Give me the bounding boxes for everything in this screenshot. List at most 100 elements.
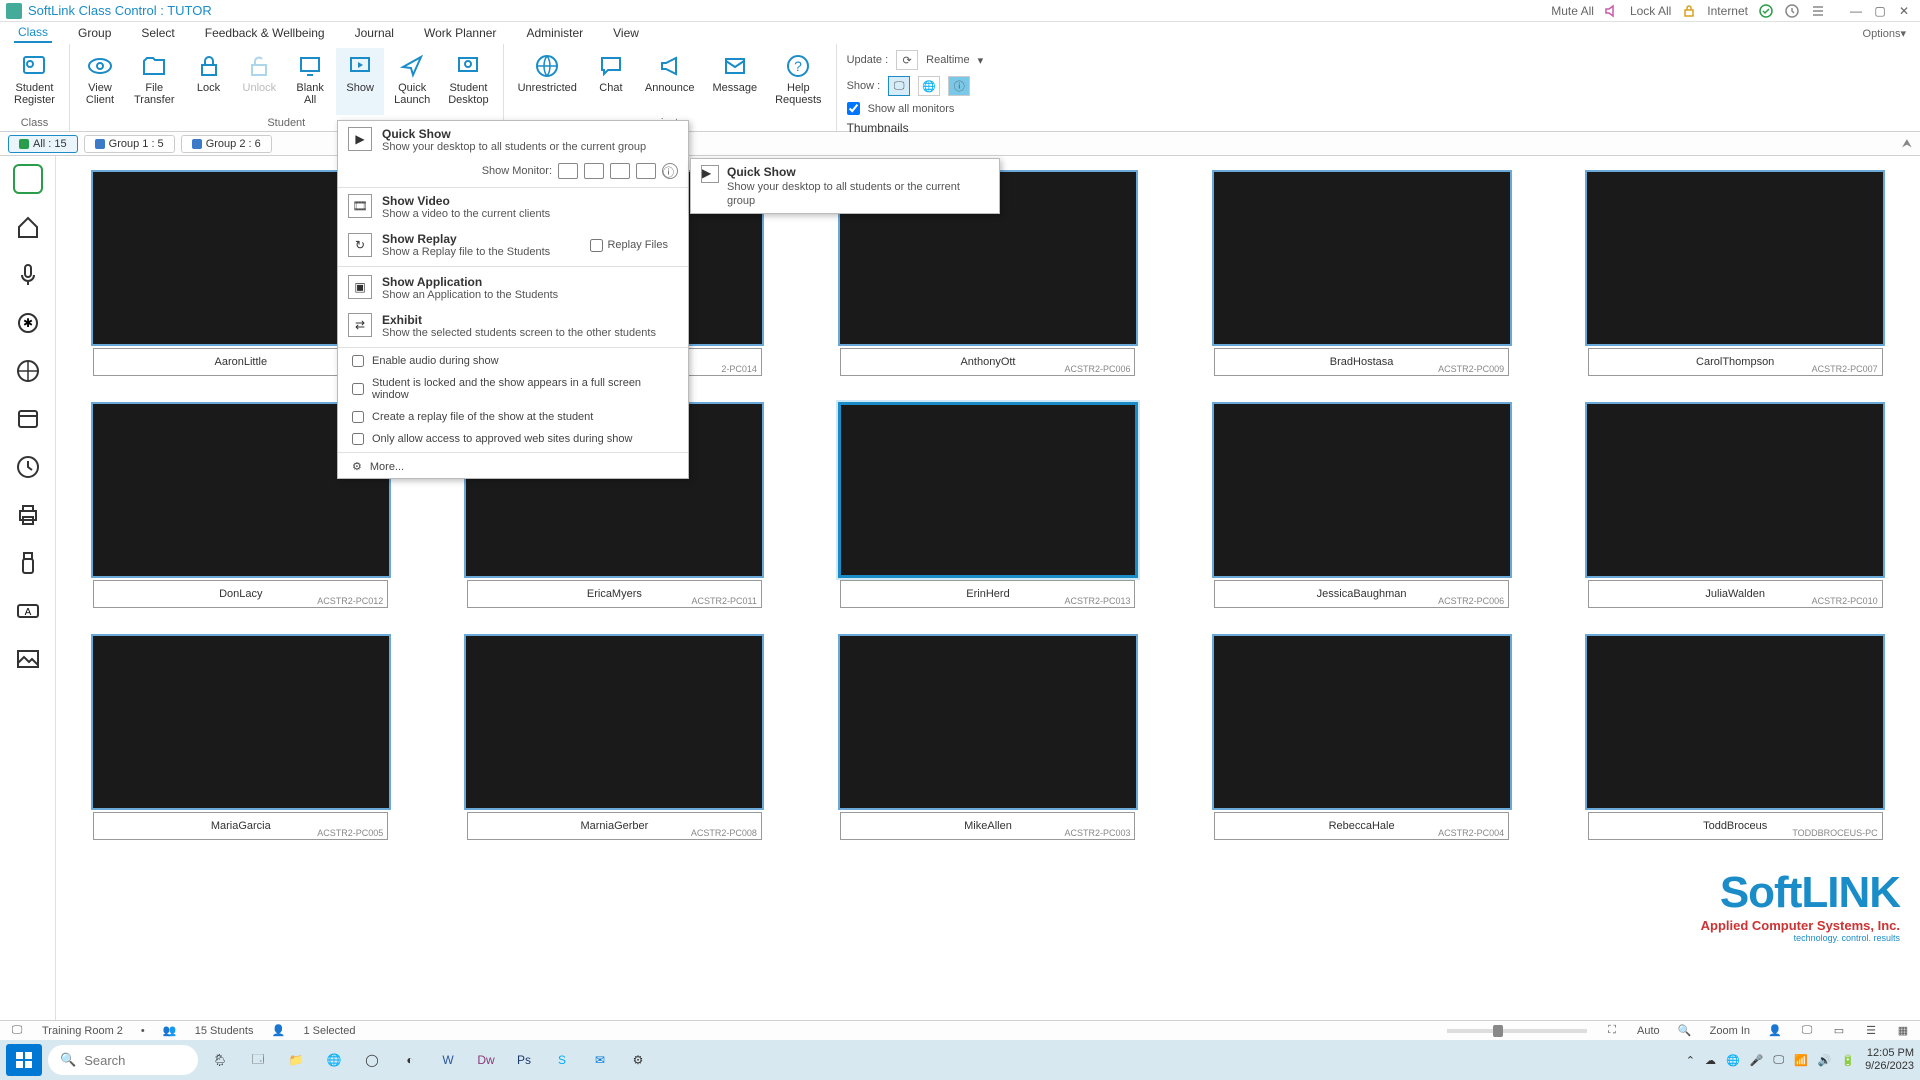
tray-chevron-icon[interactable]: ⌃ [1686,1054,1695,1067]
student-screen[interactable] [1212,402,1512,578]
tray-globe-icon[interactable]: 🌐 [1726,1054,1740,1067]
rail-globe-icon[interactable] [13,356,43,386]
tray-display-icon[interactable]: 🖵 [1773,1054,1784,1067]
dd-show-application[interactable]: ▣ Show ApplicationShow an Application to… [338,269,688,307]
chat-button[interactable]: Chat [587,48,635,115]
clock-icon[interactable] [1784,3,1800,19]
chevron-down-icon[interactable]: ▾ [978,54,984,67]
internet-label[interactable]: Internet [1707,4,1748,18]
collapse-icon[interactable]: ⮝ [1902,136,1912,151]
student-screen[interactable] [91,634,391,810]
student-thumbnail[interactable]: CarolThompson ACSTR2-PC007 [1570,170,1900,376]
student-thumbnail[interactable]: MarniaGerber ACSTR2-PC008 [450,634,780,840]
student-screen[interactable] [838,634,1138,810]
menu-select[interactable]: Select [137,24,178,42]
student-screen[interactable] [1585,402,1885,578]
student-thumbnail[interactable]: JessicaBaughman ACSTR2-PC006 [1197,402,1527,608]
speaker-icon[interactable] [1604,3,1620,19]
show-button[interactable]: Show [336,48,384,115]
tb-explorer-icon[interactable]: 🗔 [242,1044,274,1076]
tb-edge-icon[interactable]: 🌐 [318,1044,350,1076]
student-thumbnail[interactable]: ToddBroceus TODDBROCEUS-PC [1570,634,1900,840]
student-register-button[interactable]: Student Register [6,48,63,115]
tb-folder-icon[interactable]: 📁 [280,1044,312,1076]
dd-check-locked[interactable]: Student is locked and the show appears i… [338,372,688,406]
rail-monitor-icon[interactable] [13,164,43,194]
student-screen[interactable] [838,402,1138,578]
student-thumbnail[interactable]: MariaGarcia ACSTR2-PC005 [76,634,406,840]
zoom-slider[interactable] [1447,1029,1587,1033]
student-screen[interactable] [1585,170,1885,346]
help-requests-button[interactable]: ?Help Requests [767,48,829,115]
minimize-button[interactable]: — [1846,3,1866,19]
tb-app1-icon[interactable]: ◐ [394,1044,426,1076]
rail-home-icon[interactable] [13,212,43,242]
dd-check-approved[interactable]: Only allow access to approved web sites … [338,428,688,450]
group-tab-2[interactable]: Group 2 : 6 [181,135,272,153]
student-screen[interactable] [464,634,764,810]
tb-chrome-icon[interactable]: ◯ [356,1044,388,1076]
tb-dw-icon[interactable]: Dw [470,1044,502,1076]
tray-clock[interactable]: 12:05 PM 9/26/2023 [1865,1047,1914,1073]
update-mode-icon[interactable]: ⟳ [896,50,918,70]
rail-keyboard-icon[interactable]: A [13,596,43,626]
thumbnail-area[interactable]: AaronLittle 2-PC014 AnthonyOtt ACSTR2-PC… [56,156,1920,1020]
mute-all-label[interactable]: Mute All [1551,4,1594,18]
menu-group[interactable]: Group [74,24,115,42]
taskbar-search[interactable]: 🔍Search [48,1045,198,1075]
update-value[interactable]: Realtime [926,54,969,66]
tb-skype-icon[interactable]: S [546,1044,578,1076]
show-mode-image-icon[interactable]: 🖵 [888,76,910,96]
view-monitor-icon[interactable]: 🖵 [1800,1024,1814,1038]
dd-show-replay[interactable]: ↻ Show ReplayShow a Replay file to the S… [338,226,688,264]
view-grid-icon[interactable]: ▦ [1896,1024,1910,1038]
student-screen[interactable] [1585,634,1885,810]
dd-more[interactable]: ⚙More... [338,455,688,478]
zoom-label[interactable]: Zoom In [1710,1025,1750,1037]
monitor-3-icon[interactable] [610,163,630,179]
menu-work-planner[interactable]: Work Planner [420,24,500,42]
dd-check-audio[interactable]: Enable audio during show [338,350,688,372]
hamburger-icon[interactable] [1810,3,1826,19]
rail-brain-icon[interactable]: ✱ [13,308,43,338]
view-list-icon[interactable]: ▭ [1832,1024,1846,1038]
maximize-button[interactable]: ▢ [1870,3,1890,19]
group-tab-all[interactable]: All : 15 [8,135,78,153]
tb-ps-icon[interactable]: Ps [508,1044,540,1076]
tb-word-icon[interactable]: W [432,1044,464,1076]
rail-mic-icon[interactable] [13,260,43,290]
monitor-2-icon[interactable] [584,163,604,179]
dd-quick-show[interactable]: ▶ Quick ShowShow your desktop to all stu… [338,121,688,159]
tb-softlink-icon[interactable]: ⚙ [622,1044,654,1076]
rail-print-icon[interactable] [13,500,43,530]
dd-show-video[interactable]: 🎞 Show VideoShow a video to the current … [338,188,688,226]
dd-replay-files[interactable]: Replay Files [590,239,678,252]
rail-window-icon[interactable] [13,404,43,434]
menu-class[interactable]: Class [14,23,52,43]
monitor-info-icon[interactable]: ⓘ [662,163,678,179]
student-desktop-button[interactable]: Student Desktop [440,48,496,115]
quick-launch-button[interactable]: Quick Launch [386,48,438,115]
view-person-icon[interactable]: 👤 [1768,1024,1782,1038]
auto-label[interactable]: Auto [1637,1025,1660,1037]
options-link[interactable]: Options▾ [1863,27,1906,40]
close-button[interactable]: ✕ [1894,3,1914,19]
tray-mic-icon[interactable]: 🎤 [1750,1054,1764,1067]
menu-journal[interactable]: Journal [351,24,398,42]
student-screen[interactable] [1212,634,1512,810]
show-mode-info-icon[interactable]: ⓘ [948,76,970,96]
announce-button[interactable]: Announce [637,48,703,115]
rail-usb-icon[interactable] [13,548,43,578]
lock-all-label[interactable]: Lock All [1630,4,1671,18]
student-thumbnail[interactable]: RebeccaHale ACSTR2-PC004 [1197,634,1527,840]
student-thumbnail[interactable]: MikeAllen ACSTR2-PC003 [823,634,1153,840]
lock-icon[interactable] [1681,3,1697,19]
start-button[interactable] [6,1044,42,1076]
menu-view[interactable]: View [609,24,643,42]
student-thumbnail[interactable]: JuliaWalden ACSTR2-PC010 [1570,402,1900,608]
tb-weather-icon[interactable]: 🌦 [204,1044,236,1076]
menu-administer[interactable]: Administer [522,24,587,42]
unrestricted-button[interactable]: Unrestricted [510,48,585,115]
student-screen[interactable] [1212,170,1512,346]
dd-check-replay[interactable]: Create a replay file of the show at the … [338,406,688,428]
